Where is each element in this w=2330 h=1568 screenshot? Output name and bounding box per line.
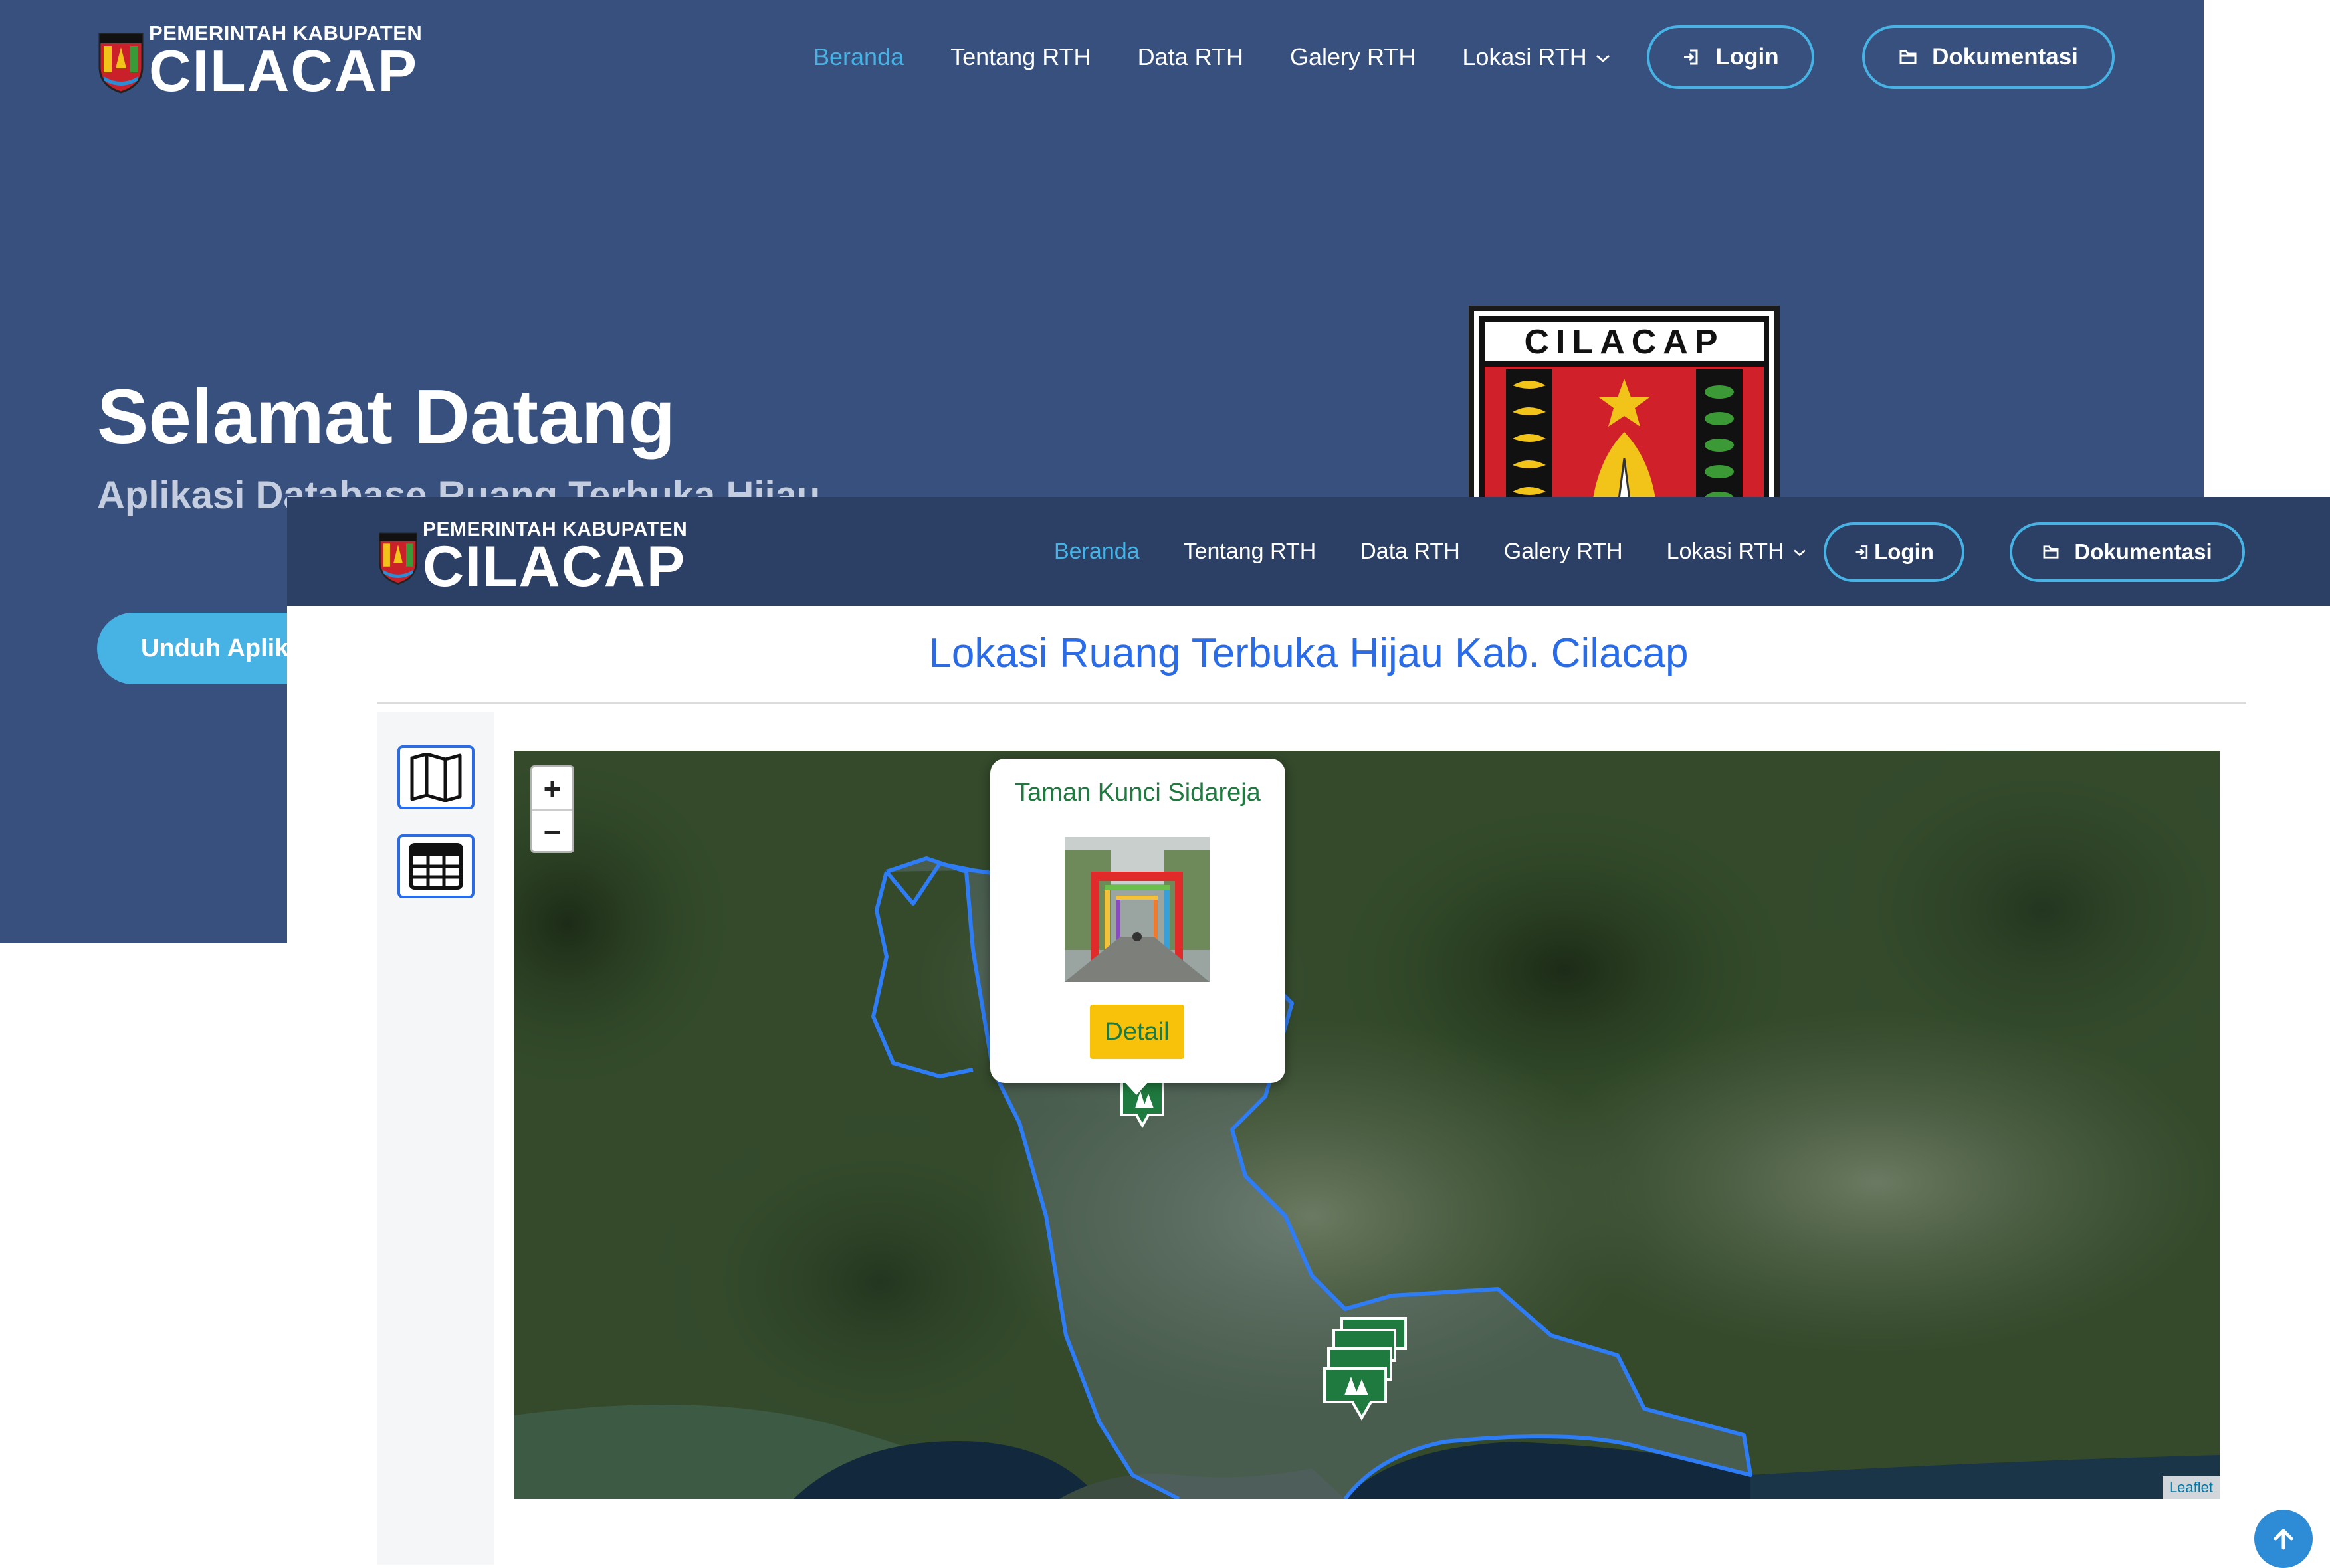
front-navbar: Beranda Tentang RTH Data RTH Galery RTH … — [1054, 518, 1851, 585]
table-icon — [409, 843, 463, 890]
park-photo — [1065, 837, 1210, 982]
page-title: Lokasi Ruang Terbuka Hijau Kab. Cilacap — [928, 631, 1689, 676]
folder-icon — [2043, 545, 2059, 559]
foreground-window: PEMERINTAH KABUPATEN CILACAP Beranda Ten… — [287, 497, 2330, 1565]
nav-tentang-rth[interactable]: Tentang RTH — [950, 43, 1091, 71]
zoom-out-button[interactable]: − — [532, 811, 572, 852]
map-sidebar — [377, 712, 494, 1565]
detail-button[interactable]: Detail — [1090, 1005, 1184, 1059]
nav-beranda[interactable]: Beranda — [1054, 539, 1140, 565]
arrow-up-icon — [2274, 1529, 2293, 1550]
front-header: PEMERINTAH KABUPATEN CILACAP Beranda Ten… — [287, 497, 2330, 606]
dokumentasi-button[interactable]: Dokumentasi — [2010, 522, 2245, 582]
map-popup: Taman Kunci Sidareja Detail — [990, 759, 1285, 1095]
marker-icon[interactable] — [1323, 1367, 1387, 1421]
nav-lokasi-rth[interactable]: Lokasi RTH — [1462, 43, 1610, 71]
scroll-top-button[interactable] — [2254, 1510, 2313, 1568]
popup-title: Taman Kunci Sidareja — [1015, 779, 1261, 807]
popup-tip — [1123, 1080, 1150, 1095]
nav-galery-rth[interactable]: Galery RTH — [1504, 539, 1623, 565]
map-canvas[interactable]: + − Taman Kunci Sidareja Detail Leaflet — [514, 751, 2220, 1499]
zoom-in-button[interactable]: + — [532, 767, 572, 811]
title-divider — [377, 702, 2246, 704]
chevron-down-icon — [1793, 549, 1806, 556]
leaflet-attribution[interactable]: Leaflet — [2162, 1476, 2220, 1499]
nav-lokasi-label: Lokasi RTH — [1666, 538, 1784, 564]
table-view-button[interactable] — [397, 834, 475, 898]
crest-icon — [379, 532, 417, 585]
map-icon — [410, 753, 462, 802]
nav-galery-rth[interactable]: Galery RTH — [1290, 43, 1416, 71]
dokumentasi-label: Dokumentasi — [1932, 44, 2078, 70]
chevron-down-icon — [1596, 55, 1610, 63]
back-navbar: Beranda Tentang RTH Data RTH Galery RTH … — [813, 24, 1657, 90]
brand-logo[interactable]: PEMERINTAH KABUPATEN CILACAP — [97, 23, 422, 100]
nav-lokasi-label: Lokasi RTH — [1462, 43, 1587, 70]
brand-line2: CILACAP — [423, 535, 687, 599]
login-label: Login — [1874, 539, 1934, 564]
login-button[interactable]: Login — [1824, 522, 1964, 582]
emblem-text: CILACAP — [1524, 323, 1724, 361]
hero-title: Selamat Datang — [97, 373, 676, 460]
dokumentasi-button[interactable]: Dokumentasi — [1862, 25, 2115, 89]
nav-tentang-rth[interactable]: Tentang RTH — [1184, 539, 1317, 565]
nav-lokasi-rth[interactable]: Lokasi RTH — [1667, 539, 1807, 565]
dokumentasi-label: Dokumentasi — [2074, 539, 2212, 564]
marker-cluster[interactable] — [1322, 1316, 1408, 1428]
crest-icon — [98, 33, 144, 94]
nav-data-rth[interactable]: Data RTH — [1138, 43, 1243, 71]
login-icon — [1684, 49, 1698, 65]
login-label: Login — [1715, 44, 1779, 70]
login-button[interactable]: Login — [1647, 25, 1814, 89]
nav-beranda[interactable]: Beranda — [813, 43, 904, 71]
brand-line2: CILACAP — [149, 38, 419, 104]
folder-icon — [1899, 50, 1917, 64]
zoom-control: + − — [530, 765, 574, 853]
login-icon — [1855, 545, 1868, 559]
brand-logo[interactable]: PEMERINTAH KABUPATEN CILACAP — [377, 520, 687, 595]
map-view-button[interactable] — [397, 745, 475, 809]
nav-data-rth[interactable]: Data RTH — [1360, 539, 1460, 565]
